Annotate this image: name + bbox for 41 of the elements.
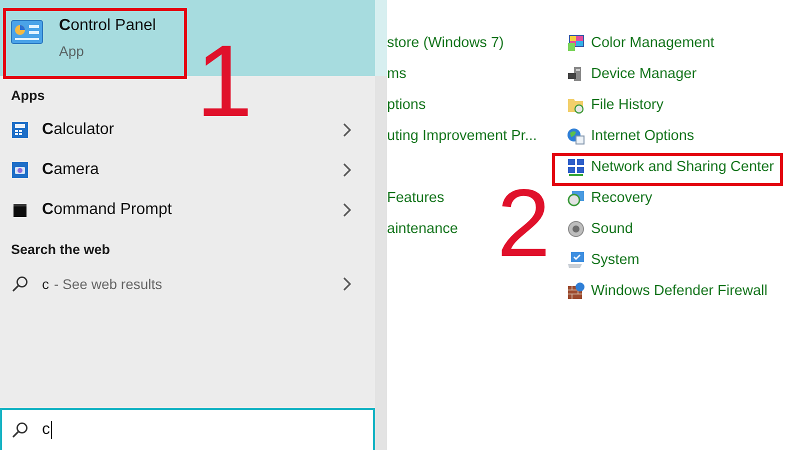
control-panel-link[interactable]: uting Improvement Pr... [387, 125, 565, 156]
chevron-icon [343, 277, 351, 291]
control-panel-link[interactable]: Windows Defender Firewall [565, 280, 780, 311]
camera-icon [11, 162, 29, 178]
control-panel-link[interactable]: System [565, 249, 780, 280]
search-icon [12, 422, 28, 438]
folder-icon [567, 96, 585, 114]
control-panel-link[interactable]: Color Management [565, 32, 780, 63]
control-panel-link[interactable]: store (Windows 7) [387, 32, 565, 63]
control-panel-link[interactable]: Recovery [565, 187, 780, 218]
scrollbar[interactable] [375, 0, 387, 450]
callout-number: 2 [497, 176, 550, 272]
control-panel-link[interactable]: Sound [565, 218, 780, 249]
control-panel-link[interactable]: File History [565, 94, 780, 125]
control-panel-link[interactable]: ptions [387, 94, 565, 125]
recovery-icon [567, 189, 585, 207]
control-panel-link[interactable]: ms [387, 63, 565, 94]
result-type: App [59, 43, 85, 59]
chevron-icon [343, 123, 351, 137]
control-panel-link[interactable]: Internet Options [565, 125, 780, 156]
terminal-icon [11, 204, 29, 216]
search-icon [11, 276, 29, 292]
globe-icon [567, 127, 585, 145]
section-heading: Search the web [11, 242, 110, 258]
calculator-icon [11, 122, 29, 138]
app-list-item[interactable]: Command Prompt [0, 190, 375, 230]
result-title: Control Panel [59, 17, 156, 35]
monitor-icon [567, 34, 585, 52]
chevron-icon [343, 163, 351, 177]
brick-wall-icon [567, 282, 585, 300]
speaker-icon [567, 220, 585, 238]
control-panel-link[interactable]: Network and Sharing Center [555, 156, 780, 183]
search-field[interactable]: c [0, 408, 375, 450]
chevron-icon [343, 203, 351, 217]
section-heading: Apps [11, 88, 45, 104]
control-panel-link[interactable]: Device Manager [565, 63, 780, 94]
network-icon [567, 158, 585, 176]
app-list-item[interactable]: Camera [0, 150, 375, 190]
laptop-icon [567, 251, 585, 269]
web-result[interactable]: c - See web results [0, 264, 375, 304]
control-panel-icon [11, 20, 43, 44]
